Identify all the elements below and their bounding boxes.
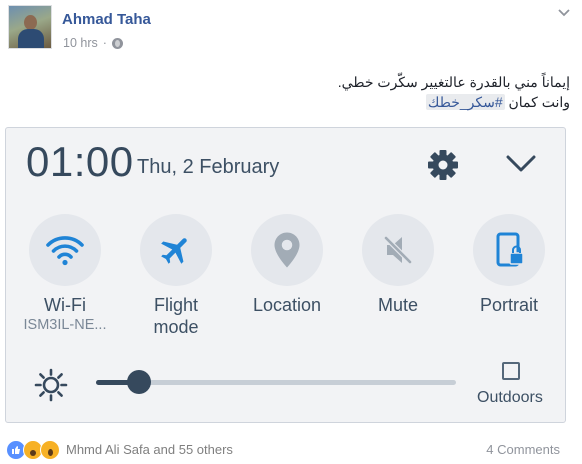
- hashtag-link[interactable]: #سكر_خطك: [425, 94, 505, 110]
- chevron-down-icon[interactable]: [558, 6, 570, 20]
- tile-portrait[interactable]: Portrait: [454, 214, 564, 316]
- tile-portrait-label: Portrait: [479, 295, 539, 315]
- panel-clock: 01:00: [26, 138, 134, 185]
- brightness-slider-thumb[interactable]: [127, 370, 152, 394]
- panel-date: Thu, 2 February: [137, 156, 280, 178]
- outdoors-label: Outdoors: [477, 389, 543, 406]
- gear-icon[interactable]: [426, 148, 460, 182]
- tile-mute[interactable]: Mute: [343, 214, 453, 316]
- tile-flight-label-line2: mode: [153, 317, 199, 337]
- tile-wifi-network: ISM3IL-NE...: [23, 317, 107, 333]
- post-text-line1: إيماناً مني بالقدرة عالتغيير سكّرت خطي.: [337, 74, 570, 90]
- post-text-prefix: وانت كمان: [504, 94, 570, 110]
- tile-flight-label-line1: Flight: [153, 295, 198, 315]
- collapse-chevron-icon[interactable]: [504, 152, 538, 176]
- post-time[interactable]: 10 hrs: [63, 36, 98, 50]
- quick-settings-screenshot: 01:00 Thu, 2 February Wi-Fi ISM3IL-NE...…: [5, 127, 566, 423]
- mute-icon: [362, 214, 434, 286]
- globe-icon[interactable]: [111, 37, 123, 49]
- tile-mute-label: Mute: [377, 295, 419, 315]
- tile-location-label: Location: [252, 295, 322, 315]
- portrait-lock-icon: [473, 214, 545, 286]
- tile-wifi[interactable]: Wi-Fi ISM3IL-NE...: [10, 214, 120, 334]
- tile-wifi-label: Wi-Fi: [44, 295, 86, 315]
- outdoors-checkbox[interactable]: [502, 362, 520, 380]
- comments-count[interactable]: 4 Comments: [486, 442, 560, 457]
- meta-separator: ·: [102, 36, 107, 50]
- author-avatar[interactable]: [8, 5, 52, 49]
- wow-icon: [40, 440, 60, 460]
- post-text-line2: وانت كمان #سكر_خطك: [338, 92, 570, 112]
- tile-location[interactable]: Location: [232, 214, 342, 316]
- reaction-icons[interactable]: [6, 440, 60, 460]
- tile-flight-label: Flight mode: [121, 294, 231, 338]
- tile-flight-mode[interactable]: Flight mode: [121, 214, 231, 338]
- post-meta: 10 hrs ·: [63, 36, 123, 50]
- author-name[interactable]: Ahmad Taha: [62, 11, 151, 28]
- brightness-slider[interactable]: [96, 370, 456, 394]
- brightness-icon: [34, 368, 68, 402]
- airplane-icon: [140, 214, 212, 286]
- wifi-icon: [29, 214, 101, 286]
- post-text: إيماناً مني بالقدرة عالتغيير سكّرت خطي. …: [338, 72, 570, 112]
- location-icon: [251, 214, 323, 286]
- reaction-names[interactable]: Mhmd Ali Safa and 55 others: [66, 442, 233, 457]
